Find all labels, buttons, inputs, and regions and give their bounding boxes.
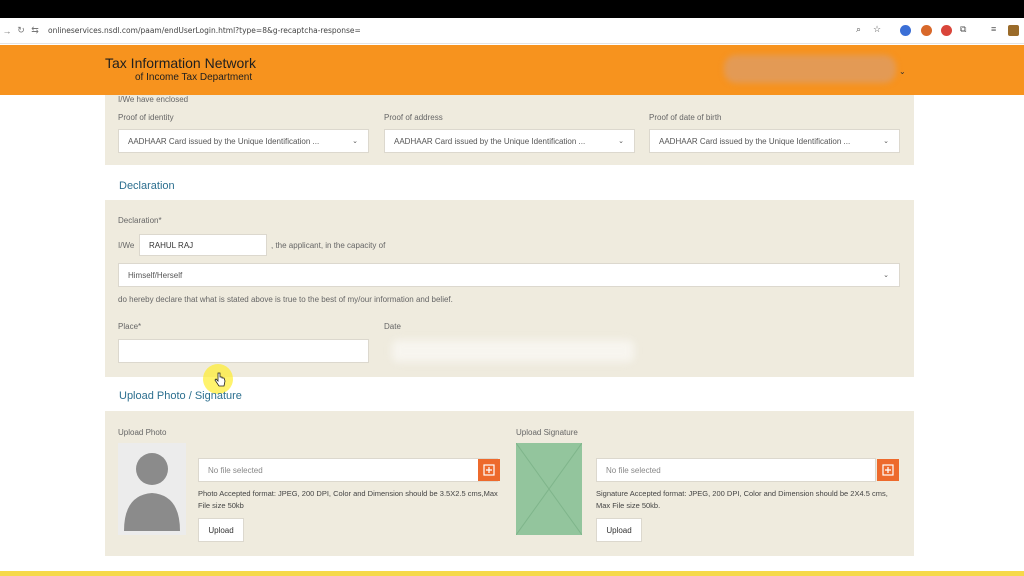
chevron-down-icon: ⌄ — [883, 138, 889, 145]
date-value-blurred — [392, 340, 634, 362]
site-subtitle: of Income Tax Department — [135, 72, 253, 83]
site-title: Tax Information Network — [105, 55, 256, 71]
place-input[interactable] — [118, 339, 369, 363]
capacity-value: Himself/Herself — [128, 270, 183, 280]
chevron-down-icon: ⌄ — [352, 138, 358, 145]
browser-toolbar: → ↻ ⇆ onlineservices.nsdl.com/paam/endUs… — [0, 18, 1024, 44]
reload-icon[interactable]: ↻ — [14, 25, 28, 36]
bookmark-star-icon[interactable]: ☆ — [873, 24, 881, 35]
photo-file-input[interactable]: No file selected — [198, 458, 498, 482]
declaration-label: Declaration* — [118, 216, 162, 225]
photo-upload-button[interactable]: Upload — [198, 518, 244, 542]
capacity-text: , the applicant, in the capacity of — [271, 241, 386, 250]
top-black-bar — [0, 0, 1024, 18]
iwe-text: I/We — [118, 241, 135, 250]
proof-address-label: Proof of address — [384, 113, 443, 122]
applicant-name-input[interactable]: RAHUL RAJ — [139, 234, 267, 256]
screen: → ↻ ⇆ onlineservices.nsdl.com/paam/endUs… — [0, 0, 1024, 576]
chevron-down-icon[interactable]: ⌄ — [899, 67, 906, 76]
applicant-name-value: RAHUL RAJ — [149, 240, 194, 250]
extension-blue-icon[interactable] — [900, 25, 911, 36]
reading-list-icon[interactable]: ≡ — [991, 24, 996, 34]
signature-file-input[interactable]: No file selected — [596, 458, 876, 482]
signature-file-value: No file selected — [606, 465, 661, 475]
forward-icon[interactable]: → — [0, 26, 14, 36]
person-silhouette-icon — [124, 453, 180, 531]
signature-format-note: Signature Accepted format: JPEG, 200 DPI… — [596, 489, 888, 510]
photo-placeholder — [118, 443, 186, 535]
extension-red-icon[interactable] — [941, 25, 952, 36]
extension-orange-icon[interactable] — [921, 25, 932, 36]
place-label: Place* — [118, 322, 142, 331]
profile-icon[interactable] — [1008, 25, 1019, 36]
browse-icon — [483, 464, 495, 476]
image-placeholder-icon — [515, 442, 583, 536]
hand-cursor-icon — [214, 372, 226, 387]
enclosed-heading: I/We have enclosed — [118, 95, 189, 104]
capacity-select[interactable]: Himself/Herself ⌄ — [118, 263, 900, 287]
photo-browse-button[interactable] — [478, 459, 500, 481]
signature-upload-button[interactable]: Upload — [596, 518, 642, 542]
bottom-strip — [0, 571, 1024, 576]
browse-icon — [882, 464, 894, 476]
proof-dob-select[interactable]: AADHAAR Card issued by the Unique Identi… — [649, 129, 900, 153]
upload-signature-label: Upload Signature — [516, 428, 578, 437]
proof-dob-label: Proof of date of birth — [649, 113, 722, 122]
signature-placeholder — [515, 442, 583, 536]
site-settings-icon[interactable]: ⇆ — [28, 25, 42, 36]
chevron-down-icon: ⌄ — [883, 272, 889, 279]
chevron-down-icon: ⌄ — [618, 138, 624, 145]
proof-identity-value: AADHAAR Card issued by the Unique Identi… — [128, 136, 320, 146]
date-label: Date — [384, 322, 401, 331]
proof-identity-label: Proof of identity — [118, 113, 174, 122]
proof-address-value: AADHAAR Card issued by the Unique Identi… — [394, 136, 586, 146]
declaration-section-title: Declaration — [119, 180, 175, 192]
extensions-puzzle-icon[interactable]: ⧉ — [960, 24, 966, 35]
site-header: Tax Information Network of Income Tax De… — [0, 45, 1024, 95]
user-info-blurred — [724, 55, 896, 83]
address-bar[interactable]: onlineservices.nsdl.com/paam/endUserLogi… — [48, 26, 361, 35]
upload-section-title: Upload Photo / Signature — [119, 390, 242, 402]
zoom-icon[interactable]: ⌕ — [856, 24, 861, 35]
proof-address-select[interactable]: AADHAAR Card issued by the Unique Identi… — [384, 129, 635, 153]
declaration-statement: do hereby declare that what is stated ab… — [118, 295, 453, 304]
upload-photo-label: Upload Photo — [118, 428, 167, 437]
photo-file-value: No file selected — [208, 465, 263, 475]
proof-dob-value: AADHAAR Card issued by the Unique Identi… — [659, 136, 851, 146]
photo-format-note: Photo Accepted format: JPEG, 200 DPI, Co… — [198, 489, 498, 510]
signature-browse-button[interactable] — [877, 459, 899, 481]
proof-identity-select[interactable]: AADHAAR Card issued by the Unique Identi… — [118, 129, 369, 153]
